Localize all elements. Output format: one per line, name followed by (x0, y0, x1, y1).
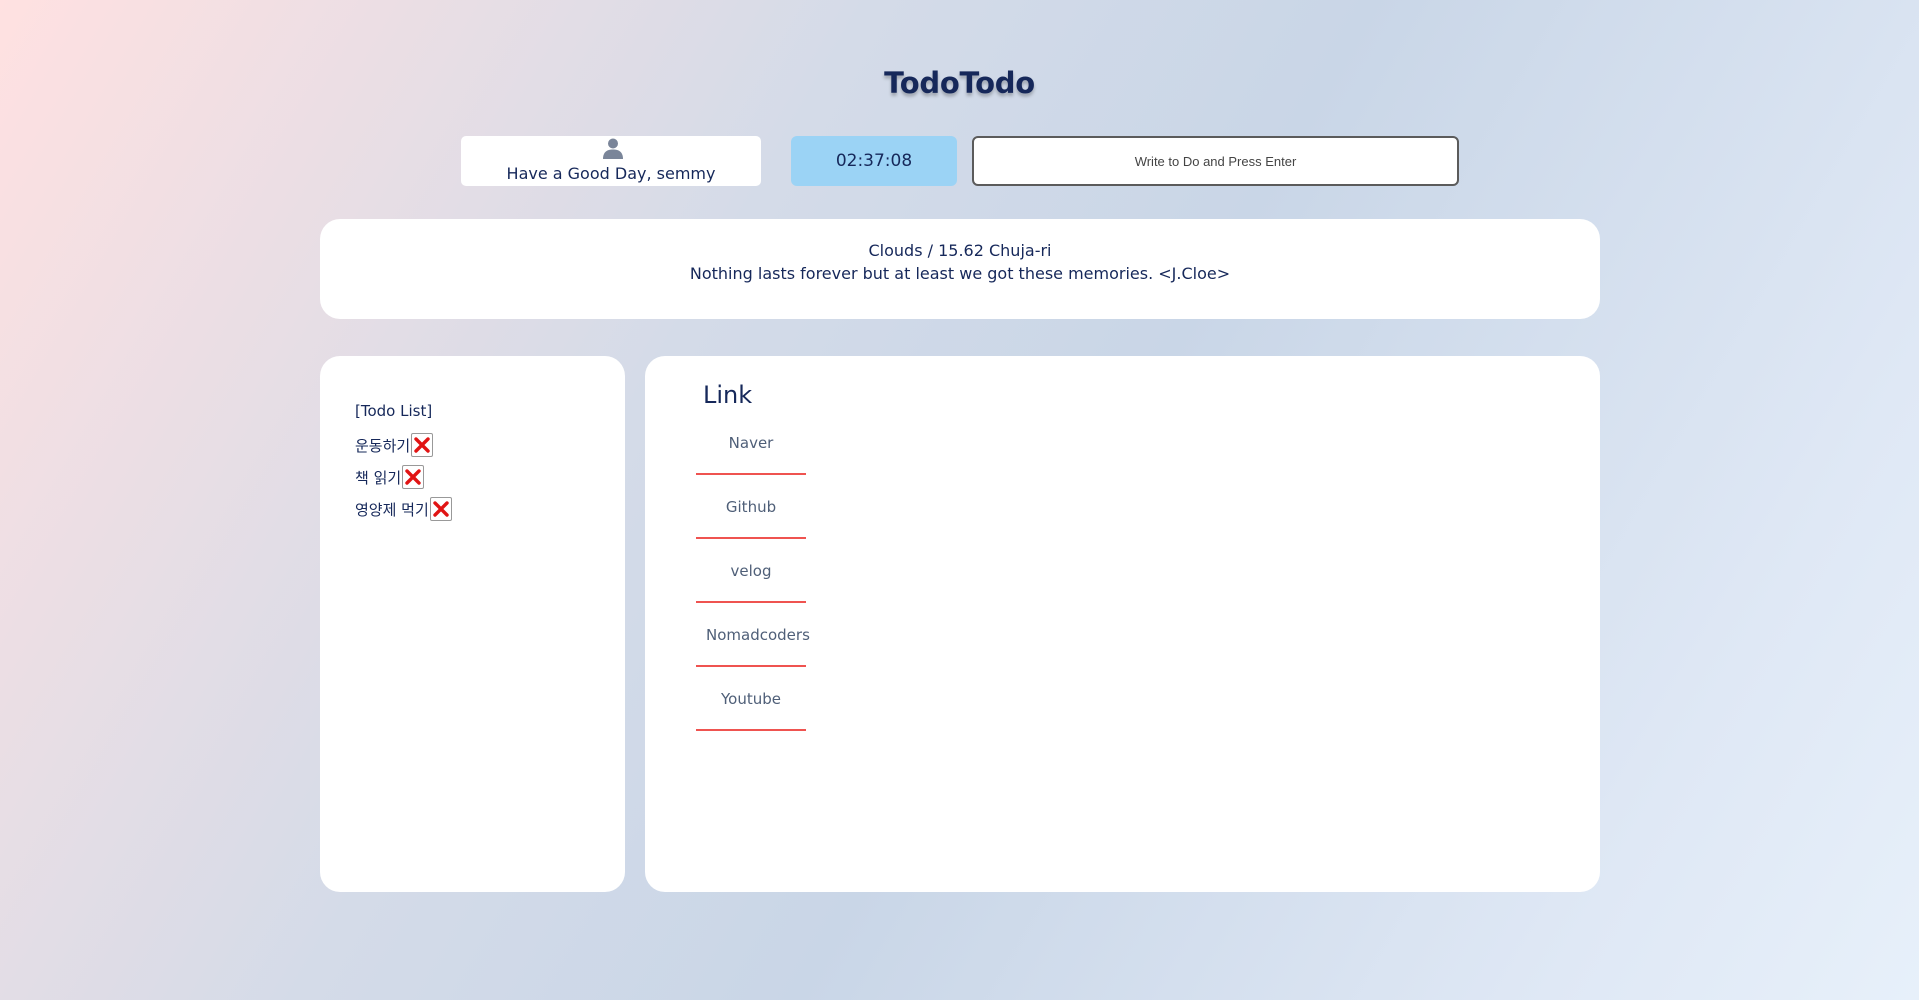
red-x-icon (414, 437, 430, 453)
todo-item-text: 영양제 먹기 (355, 500, 429, 519)
weather-text: Clouds / 15.62 Chuja-ri (868, 241, 1052, 260)
link-heading: Link (703, 381, 753, 409)
link-velog[interactable]: velog (696, 540, 806, 603)
todo-item-text: 책 읽기 (355, 468, 402, 487)
greeting-box: Have a Good Day, semmy (461, 136, 761, 186)
greeting-text: Have a Good Day, semmy (506, 164, 716, 183)
todo-list: 운동하기 책 읽기 영양제 먹기 (355, 429, 452, 525)
todo-item: 책 읽기 (355, 461, 452, 493)
link-naver[interactable]: Naver (696, 412, 806, 475)
todo-input[interactable] (972, 136, 1459, 186)
link-nomadcoders[interactable]: Nomadcoders (696, 604, 810, 667)
delete-button[interactable] (429, 497, 452, 521)
red-x-icon (433, 501, 449, 517)
delete-button[interactable] (402, 465, 425, 489)
todo-item-text: 운동하기 (355, 436, 411, 455)
link-label: Youtube (721, 690, 781, 708)
link-panel: Link Naver Github velog Nomadcoders Yout… (645, 356, 1600, 892)
app-title: TodoTodo (884, 66, 1035, 100)
link-github[interactable]: Github (696, 476, 806, 539)
clock: 02:37:08 (791, 136, 957, 186)
todo-item: 운동하기 (355, 429, 452, 461)
todo-item: 영양제 먹기 (355, 493, 452, 525)
link-youtube[interactable]: Youtube (696, 668, 806, 731)
delete-button[interactable] (411, 433, 434, 457)
user-icon (603, 138, 623, 159)
todo-panel: [Todo List] 운동하기 책 읽기 영양제 먹기 (320, 356, 625, 892)
link-label: Github (725, 498, 777, 516)
quote-text: Nothing lasts forever but at least we go… (689, 264, 1231, 283)
link-list: Naver Github velog Nomadcoders Youtube (696, 412, 810, 732)
link-label: velog (730, 562, 772, 580)
link-label: Nomadcoders (706, 626, 810, 644)
weather-quote-card: Clouds / 15.62 Chuja-ri Nothing lasts fo… (320, 219, 1600, 319)
link-label: Naver (728, 434, 774, 452)
todo-heading: [Todo List] (355, 402, 433, 420)
red-x-icon (405, 469, 421, 485)
